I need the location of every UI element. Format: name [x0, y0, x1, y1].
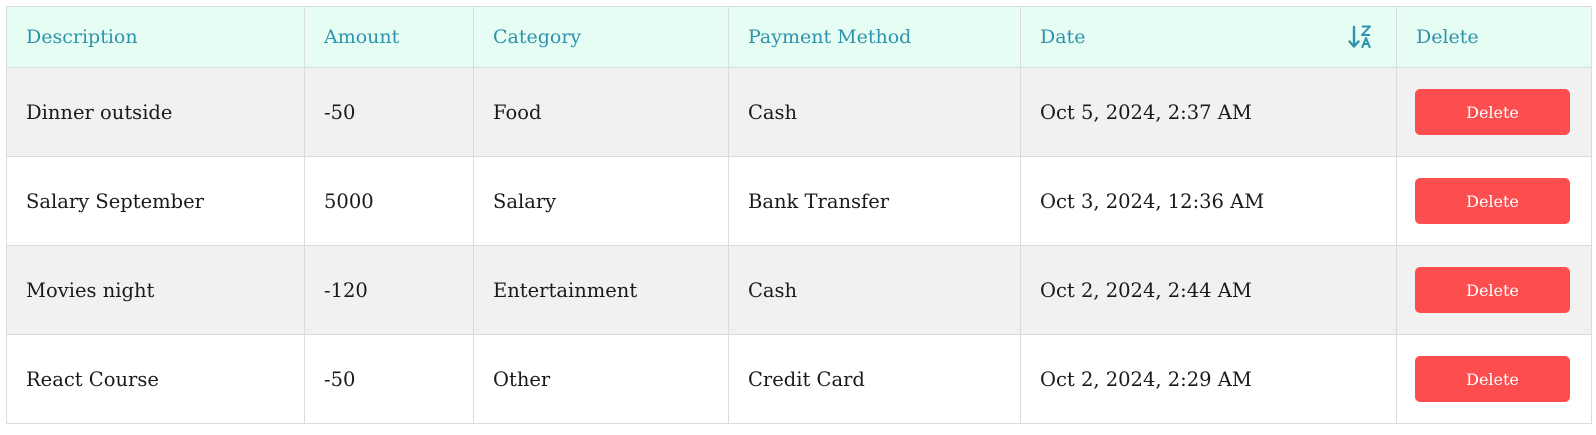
- cell-payment-method: Bank Transfer: [728, 156, 1021, 246]
- header-delete: Delete: [1396, 6, 1592, 68]
- cell-amount: 5000: [304, 156, 474, 246]
- cell-category: Salary: [473, 156, 729, 246]
- header-date-label: Date: [1040, 26, 1086, 48]
- header-date[interactable]: Date: [1020, 6, 1397, 68]
- cell-category: Food: [473, 67, 729, 157]
- cell-date: Oct 2, 2024, 2:29 AM: [1020, 334, 1397, 424]
- table-body: Dinner outside -50 Food Cash Oct 5, 2024…: [6, 67, 1592, 424]
- delete-button[interactable]: Delete: [1415, 356, 1570, 402]
- cell-date: Oct 2, 2024, 2:44 AM: [1020, 245, 1397, 335]
- delete-button[interactable]: Delete: [1415, 89, 1570, 135]
- cell-payment-method: Cash: [728, 67, 1021, 157]
- cell-date: Oct 5, 2024, 2:37 AM: [1020, 67, 1397, 157]
- cell-description: Salary September: [6, 156, 305, 246]
- cell-description: Dinner outside: [6, 67, 305, 157]
- transactions-table-container: Description Amount Category Payment Meth…: [6, 6, 1592, 424]
- table-header: Description Amount Category Payment Meth…: [6, 6, 1592, 68]
- header-row: Description Amount Category Payment Meth…: [6, 6, 1592, 68]
- header-amount: Amount: [304, 6, 474, 68]
- cell-amount: -50: [304, 334, 474, 424]
- header-category: Category: [473, 6, 729, 68]
- header-payment-method: Payment Method: [728, 6, 1021, 68]
- cell-payment-method: Credit Card: [728, 334, 1021, 424]
- cell-description: React Course: [6, 334, 305, 424]
- table-row: Salary September 5000 Salary Bank Transf…: [6, 156, 1592, 246]
- cell-description: Movies night: [6, 245, 305, 335]
- cell-amount: -120: [304, 245, 474, 335]
- cell-amount: -50: [304, 67, 474, 157]
- delete-button[interactable]: Delete: [1415, 267, 1570, 313]
- delete-button[interactable]: Delete: [1415, 178, 1570, 224]
- cell-category: Other: [473, 334, 729, 424]
- cell-delete: Delete: [1396, 245, 1592, 335]
- table-row: Movies night -120 Entertainment Cash Oct…: [6, 245, 1592, 335]
- transactions-table: Description Amount Category Payment Meth…: [6, 6, 1592, 424]
- cell-delete: Delete: [1396, 334, 1592, 424]
- table-row: React Course -50 Other Credit Card Oct 2…: [6, 334, 1592, 424]
- cell-category: Entertainment: [473, 245, 729, 335]
- cell-delete: Delete: [1396, 156, 1592, 246]
- cell-payment-method: Cash: [728, 245, 1021, 335]
- cell-delete: Delete: [1396, 67, 1592, 157]
- header-description: Description: [6, 6, 305, 68]
- table-row: Dinner outside -50 Food Cash Oct 5, 2024…: [6, 67, 1592, 157]
- cell-date: Oct 3, 2024, 12:36 AM: [1020, 156, 1397, 246]
- sort-z-a-icon[interactable]: [1348, 24, 1374, 50]
